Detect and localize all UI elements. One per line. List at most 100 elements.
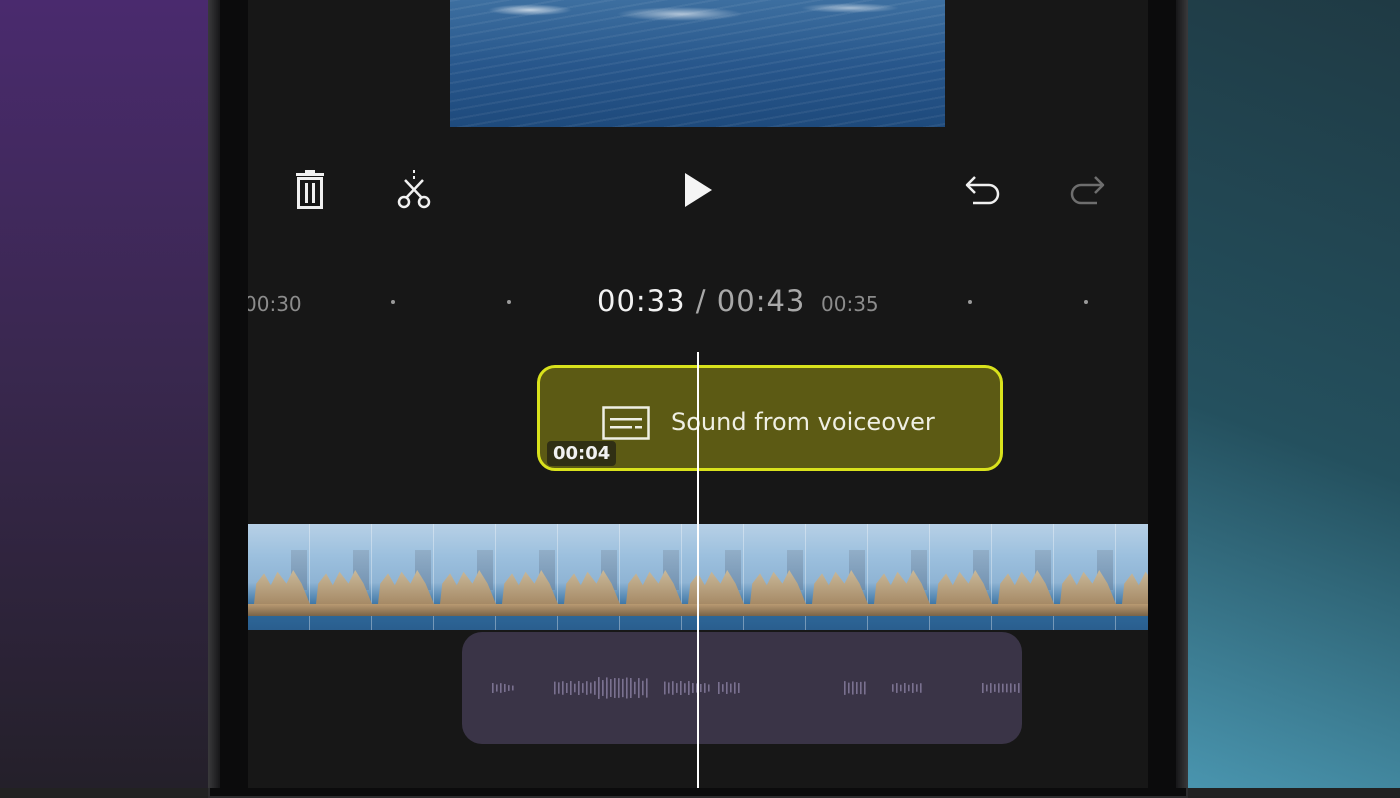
redo-icon [1070, 176, 1105, 205]
waveform-bar [844, 681, 846, 695]
waveform-bar [1010, 683, 1012, 693]
tick-label-right: 00:35 [821, 292, 879, 316]
waveform-bar [672, 681, 674, 695]
waveform-bar [664, 681, 666, 695]
waveform-bar [590, 682, 592, 694]
waveform-bar [570, 681, 572, 695]
waveform-bar [496, 684, 498, 692]
waveform-bar [688, 683, 690, 693]
waveform-bar [638, 678, 640, 698]
waveform-bar [630, 678, 632, 698]
filmstrip-frame [930, 524, 992, 630]
waveform-bar [508, 685, 510, 691]
background-left [0, 0, 230, 788]
redo-button[interactable] [1064, 168, 1110, 212]
delete-button[interactable] [288, 168, 332, 212]
waveform-bar [668, 682, 670, 694]
filmstrip-frame [620, 524, 682, 630]
waveform-bar [708, 684, 710, 692]
waveform-bar [908, 684, 910, 692]
waveform-bar [594, 681, 596, 695]
filmstrip-frame [1054, 524, 1116, 630]
waveform-bar [558, 682, 560, 694]
trash-icon [296, 170, 324, 209]
waveform-bar [618, 678, 620, 698]
waveform-bar [704, 683, 706, 693]
waveform-bar [598, 677, 600, 699]
waveform-bar [700, 683, 702, 693]
filmstrip-frame [806, 524, 868, 630]
playback-time: 00:33 / 00:43 [597, 284, 805, 318]
waveform-bar [738, 683, 740, 693]
waveform-bar [726, 682, 728, 694]
waveform-bar [606, 677, 608, 699]
waveform-bar [602, 680, 604, 696]
waveform-bar [994, 684, 996, 692]
waveform-bar [1002, 683, 1004, 693]
filmstrip-frame [744, 524, 806, 630]
scissors-split-icon [397, 170, 431, 209]
filmstrip-frame [992, 524, 1054, 630]
phone-frame-edge-right [1176, 0, 1188, 788]
waveform-bar [626, 677, 628, 699]
waveform-bar [920, 683, 922, 693]
tick-dot [968, 300, 972, 304]
waveform-bar [982, 683, 984, 693]
tick-label-left: 00:30 [248, 292, 302, 316]
waveform-bar [676, 683, 678, 693]
waveform-bar [896, 683, 898, 693]
playhead[interactable] [697, 352, 699, 788]
waveform-bar [634, 681, 636, 695]
waveform-bar [990, 683, 992, 693]
waveform-bar [492, 683, 494, 693]
waveform-bar [680, 681, 682, 695]
waveform-bar [986, 684, 988, 692]
captions-icon [602, 406, 650, 440]
waveform-bar [614, 678, 616, 698]
filmstrip-frame [310, 524, 372, 630]
waveform-bar [718, 682, 720, 694]
split-button[interactable] [392, 168, 436, 212]
current-time: 00:33 [597, 284, 686, 318]
waveform-bar [734, 682, 736, 694]
waveform-bar [900, 684, 902, 692]
waveform-bar [860, 681, 862, 695]
waveform-bar [562, 681, 564, 695]
editor-screen: 00:30 00:33 / 00:43 00:35 Sound from voi… [248, 0, 1148, 788]
undo-button[interactable] [960, 168, 1006, 212]
waveform-bar [904, 683, 906, 693]
waveform-bar [916, 684, 918, 692]
waveform-bar [892, 684, 894, 692]
tick-dot [1084, 300, 1088, 304]
time-ruler[interactable]: 00:30 00:33 / 00:43 00:35 [248, 282, 1148, 322]
undo-icon [965, 176, 1000, 205]
waveform-bar [692, 683, 694, 693]
waveform-bar [622, 678, 624, 698]
filmstrip-frame [1116, 524, 1148, 630]
tick-dot [391, 300, 395, 304]
waveform-bar [512, 685, 514, 691]
audio-track[interactable] [462, 632, 1022, 744]
waveform-bar [554, 681, 556, 695]
filmstrip-frame [496, 524, 558, 630]
filmstrip-frame [248, 524, 310, 630]
waveform-bar [582, 683, 584, 693]
waveform-bar [684, 683, 686, 693]
waveform-bar [642, 680, 644, 696]
waveform-bar [646, 678, 648, 698]
caption-clip[interactable]: Sound from voiceover 00:04 [537, 365, 1003, 471]
play-icon [685, 173, 712, 207]
filmstrip-frame [868, 524, 930, 630]
play-button[interactable] [676, 168, 720, 212]
filmstrip-frame [558, 524, 620, 630]
audio-waveform [492, 677, 1020, 699]
video-preview [450, 0, 945, 127]
waveform-bar [610, 679, 612, 697]
waveform-bar [504, 683, 506, 693]
waveform-bar [722, 684, 724, 692]
waveform-bar [500, 683, 502, 693]
total-time: 00:43 [716, 284, 806, 318]
waveform-bar [1018, 683, 1020, 693]
tick-dot [507, 300, 511, 304]
filmstrip-frame [372, 524, 434, 630]
